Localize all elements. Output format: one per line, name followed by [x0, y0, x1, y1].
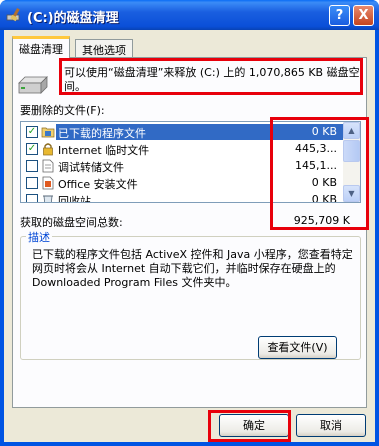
highlight-box-info: [59, 58, 363, 95]
window-title: (C:)的磁盘清理: [27, 11, 119, 26]
cancel-button[interactable]: 取消: [296, 414, 366, 437]
tab-disk-cleanup[interactable]: 磁盘清理: [12, 36, 70, 58]
checkbox[interactable]: [26, 160, 38, 172]
highlight-box-sizes: [270, 117, 369, 230]
lock-icon: [43, 143, 53, 156]
checkbox[interactable]: ✓: [26, 143, 38, 155]
checkbox[interactable]: ✓: [26, 126, 38, 138]
hard-drive-icon: [18, 76, 48, 94]
view-files-button[interactable]: 查看文件(V): [258, 336, 337, 359]
highlight-box-ok: [208, 410, 291, 442]
disk-cleanup-icon: [6, 8, 20, 22]
office-setup-icon: [42, 176, 54, 190]
file-name: Internet 临时文件: [58, 144, 150, 157]
tab-more-options[interactable]: 其他选项: [75, 39, 133, 58]
help-button[interactable]: ?: [329, 5, 350, 26]
checkbox[interactable]: [26, 177, 38, 189]
file-name: 调试转储文件: [58, 161, 124, 174]
title-bar[interactable]: (C:)的磁盘清理 ? X: [0, 0, 379, 30]
file-name: Office 安装文件: [58, 178, 138, 191]
recycle-bin-icon: [43, 195, 53, 202]
files-to-delete-label: 要删除的文件(F):: [20, 104, 105, 117]
close-button[interactable]: X: [353, 5, 374, 26]
description-text: 已下载的程序文件包括 ActiveX 控件和 Java 小程序，您查看特定网页时…: [32, 248, 353, 289]
file-icon: [42, 159, 54, 173]
tab-panel: 可以使用“磁盘清理”来释放 (C:) 上的 1,070,865 KB 磁盘空间。…: [12, 57, 367, 408]
total-space-label: 获取的磁盘空间总数:: [20, 216, 123, 229]
file-name: 回收站: [58, 195, 91, 203]
folder-download-icon: [41, 127, 55, 138]
description-title: 描述: [26, 229, 52, 245]
checkbox[interactable]: [26, 194, 38, 202]
file-name: 已下载的程序文件: [58, 127, 146, 140]
